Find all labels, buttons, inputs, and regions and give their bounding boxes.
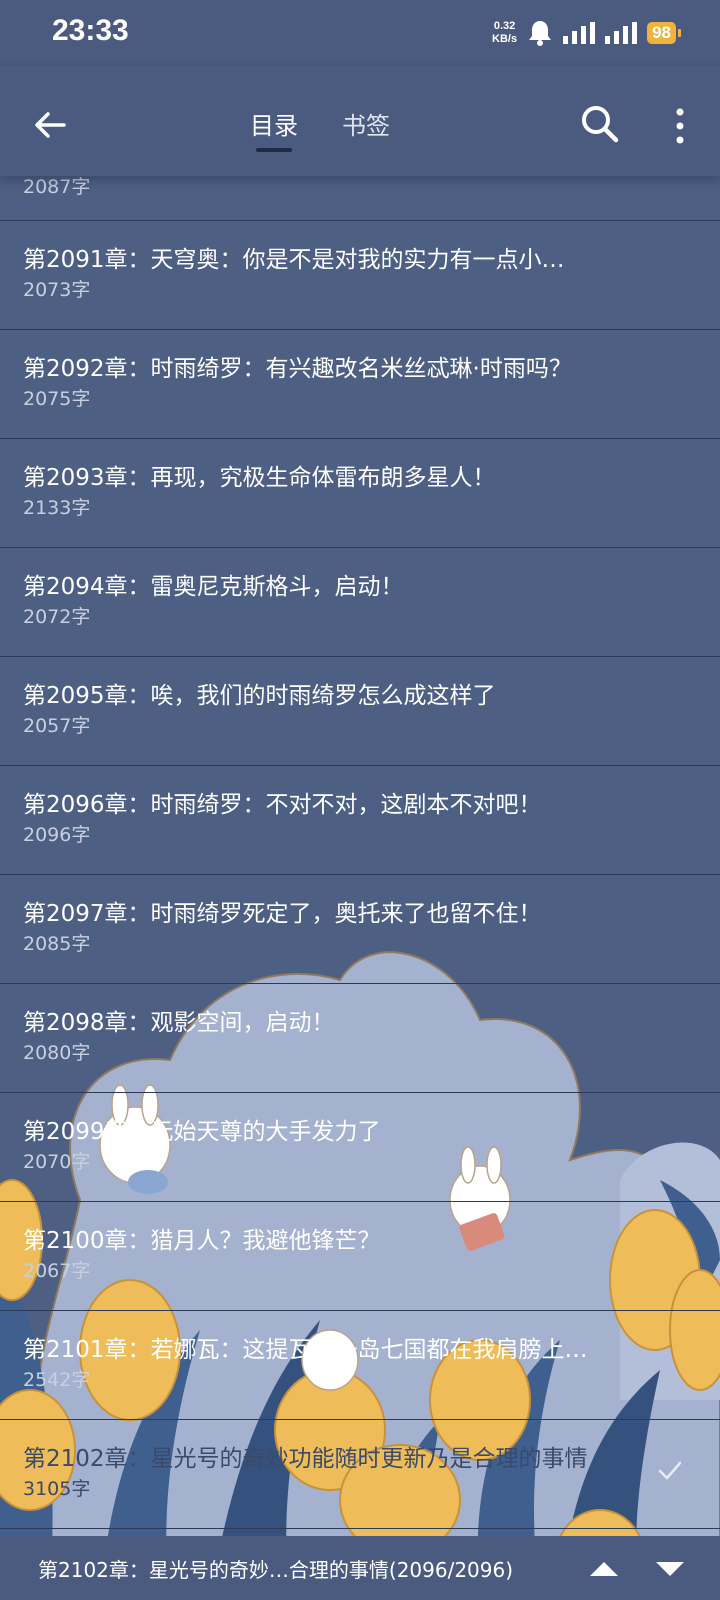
chapter-word-count: 2133字 bbox=[23, 497, 91, 519]
status-bar: 23:33 0.32 KB/s 98 bbox=[0, 0, 720, 66]
chapter-title: 第2094章：雷奥尼克斯格斗，启动！ bbox=[23, 574, 404, 600]
network-speed: 0.32 KB/s bbox=[492, 20, 517, 46]
chapter-title: 第2098章：观影空间，启动！ bbox=[23, 1010, 335, 1036]
chapter-item[interactable]: 2087字 bbox=[0, 176, 720, 221]
chapter-item[interactable]: 第2100章：猎月人？我避他锋芒？ 2067字 bbox=[0, 1202, 720, 1311]
chapter-word-count: 2085字 bbox=[23, 933, 91, 955]
network-speed-unit: KB/s bbox=[492, 33, 518, 45]
chapter-title: 第2095章：唉，我们的时雨绮罗怎么成这样了 bbox=[23, 683, 496, 709]
chapter-word-count: 2087字 bbox=[23, 176, 91, 198]
more-vertical-icon[interactable] bbox=[660, 104, 700, 148]
chapter-word-count: 2080字 bbox=[23, 1042, 91, 1064]
chapter-word-count: 2096字 bbox=[23, 824, 91, 846]
battery-indicator: 98 bbox=[647, 22, 681, 44]
chapter-item[interactable]: 第2092章：时雨绮罗：有兴趣改名米丝忒琳·时雨吗？ 2075字 bbox=[0, 330, 720, 439]
chapter-title: 第2099章：元始天尊的大手发力了 bbox=[23, 1119, 381, 1145]
chapter-title: 第2102章：星光号的奇妙功能随时更新乃是合理的事情 bbox=[23, 1446, 588, 1472]
chapter-word-count: 2073字 bbox=[23, 279, 91, 301]
chapter-word-count: 2070字 bbox=[23, 1151, 91, 1173]
chapter-title: 第2091章：天穹奥：你是不是对我的实力有一点小… bbox=[23, 247, 565, 273]
triangle-up-icon[interactable] bbox=[586, 1554, 622, 1584]
chapter-item[interactable]: 第2097章：时雨绮罗死定了，奥托来了也留不住！ 2085字 bbox=[0, 875, 720, 984]
chapter-title: 第2096章：时雨绮罗：不对不对，这剧本不对吧！ bbox=[23, 792, 542, 818]
signal-icon bbox=[563, 22, 596, 44]
chapter-title: 第2092章：时雨绮罗：有兴趣改名米丝忒琳·时雨吗？ bbox=[23, 356, 572, 382]
network-speed-value: 0.32 bbox=[493, 20, 516, 32]
chapter-item[interactable]: 第2098章：观影空间，启动！ 2080字 bbox=[0, 984, 720, 1093]
chapter-title: 第2100章：猎月人？我避他锋芒？ bbox=[23, 1228, 381, 1254]
tab-bookmarks[interactable]: 书签 bbox=[342, 92, 390, 152]
back-arrow-icon[interactable] bbox=[26, 100, 76, 150]
bottom-bar: 第2102章：星光号的奇妙…合理的事情(2096/2096) bbox=[0, 1536, 720, 1600]
chapter-word-count: 2072字 bbox=[23, 606, 91, 628]
chapter-word-count: 2067字 bbox=[23, 1260, 91, 1282]
chapter-item[interactable]: 第2096章：时雨绮罗：不对不对，这剧本不对吧！ 2096字 bbox=[0, 766, 720, 875]
status-time: 23:33 bbox=[52, 14, 129, 47]
chapter-item[interactable]: 第2099章：元始天尊的大手发力了 2070字 bbox=[0, 1093, 720, 1202]
chapter-item-current[interactable]: 第2102章：星光号的奇妙功能随时更新乃是合理的事情 3105字 bbox=[0, 1420, 720, 1529]
triangle-down-icon[interactable] bbox=[652, 1554, 688, 1584]
chapter-title: 第2097章：时雨绮罗死定了，奥托来了也留不住！ bbox=[23, 901, 542, 927]
top-app-bar: 目录 书签 bbox=[0, 66, 720, 176]
chapter-item[interactable]: 第2095章：唉，我们的时雨绮罗怎么成这样了 2057字 bbox=[0, 657, 720, 766]
chapter-word-count: 3105字 bbox=[23, 1478, 91, 1500]
tab-group: 目录 书签 bbox=[250, 92, 390, 152]
chapter-word-count: 2542字 bbox=[23, 1369, 91, 1391]
chapter-item[interactable]: 第2093章：再现，究极生命体雷布朗多星人！ 2133字 bbox=[0, 439, 720, 548]
chapter-item[interactable]: 第2101章：若娜瓦：这提瓦特一岛七国都在我肩膀上… 2542字 bbox=[0, 1311, 720, 1420]
chapter-word-count: 2057字 bbox=[23, 715, 91, 737]
status-icons: 0.32 KB/s 98 bbox=[492, 16, 681, 50]
chapter-title: 第2101章：若娜瓦：这提瓦特一岛七国都在我肩膀上… bbox=[23, 1337, 588, 1363]
bell-icon bbox=[529, 21, 552, 46]
chapter-item[interactable]: 第2094章：雷奥尼克斯格斗，启动！ 2072字 bbox=[0, 548, 720, 657]
chapter-list: 2087字 第2091章：天穹奥：你是不是对我的实力有一点小… 2073字 第2… bbox=[0, 176, 720, 1529]
chapter-title: 第2093章：再现，究极生命体雷布朗多星人！ bbox=[23, 465, 496, 491]
current-chapter-label[interactable]: 第2102章：星光号的奇妙…合理的事情(2096/2096) bbox=[38, 1554, 513, 1583]
signal-icon-2 bbox=[605, 22, 638, 44]
tab-catalog[interactable]: 目录 bbox=[250, 92, 298, 152]
search-icon[interactable] bbox=[578, 102, 622, 146]
chapter-word-count: 2075字 bbox=[23, 388, 91, 410]
chapter-item[interactable]: 第2091章：天穹奥：你是不是对我的实力有一点小… 2073字 bbox=[0, 221, 720, 330]
check-icon bbox=[658, 1461, 682, 1480]
